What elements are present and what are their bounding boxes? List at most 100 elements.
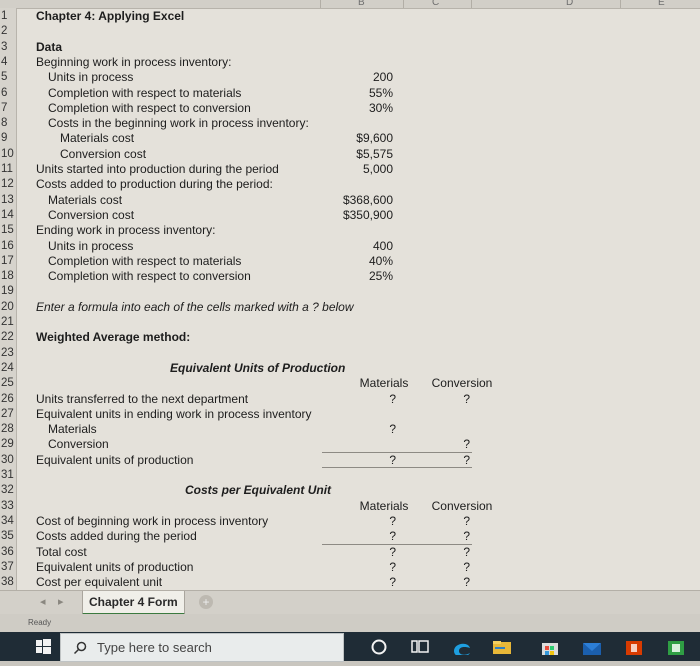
formula-placeholder-materials[interactable]: ? (324, 514, 396, 529)
cell-label[interactable]: Enter a formula into each of the cells m… (36, 300, 354, 315)
cell-label[interactable]: Materials cost (48, 193, 122, 208)
column-header-e[interactable]: E (658, 0, 665, 8)
cell-label[interactable]: Costs added during the period (36, 529, 197, 544)
formula-placeholder-conversion[interactable]: ? (400, 575, 470, 590)
cell-label[interactable]: Conversion (48, 437, 109, 452)
row-number[interactable]: 19 (1, 284, 18, 299)
cell-value[interactable]: 25% (300, 269, 393, 284)
formula-placeholder-materials[interactable]: ? (324, 392, 396, 407)
cell-label[interactable]: Units in process (48, 70, 133, 85)
cell-label[interactable]: Total cost (36, 545, 87, 560)
row-number[interactable]: 31 (1, 468, 18, 483)
row-number[interactable]: 15 (1, 223, 18, 238)
row-number[interactable]: 26 (1, 392, 18, 407)
cell-label[interactable]: Conversion cost (48, 208, 134, 223)
row-number[interactable]: 13 (1, 193, 18, 208)
cell-label[interactable]: Data (36, 40, 62, 55)
cell-label[interactable]: Weighted Average method: (36, 330, 190, 345)
column-header-d[interactable]: D (566, 0, 573, 8)
row-number[interactable]: 35 (1, 529, 18, 544)
cell-label[interactable]: Costs in the beginning work in process i… (48, 116, 309, 131)
cell-label[interactable]: Completion with respect to materials (48, 86, 241, 101)
row-number[interactable]: 24 (1, 361, 18, 376)
cell-label[interactable]: Cost of beginning work in process invent… (36, 514, 268, 529)
row-number[interactable]: 29 (1, 437, 18, 452)
cell-label[interactable]: Completion with respect to conversion (48, 101, 251, 116)
row-number[interactable]: 14 (1, 208, 18, 223)
cell-label[interactable]: Units transferred to the next department (36, 392, 248, 407)
cell-value[interactable]: $5,575 (300, 147, 393, 162)
row-number[interactable]: 23 (1, 346, 18, 361)
row-number[interactable]: 17 (1, 254, 18, 269)
row-number[interactable]: 5 (1, 70, 18, 85)
cell-label[interactable]: Units in process (48, 239, 133, 254)
store-icon[interactable] (538, 638, 562, 655)
row-number[interactable]: 18 (1, 269, 18, 284)
cell-label[interactable]: Units started into production during the… (36, 162, 279, 177)
start-button[interactable] (0, 632, 60, 661)
cell-label[interactable]: Completion with respect to materials (48, 254, 241, 269)
row-number[interactable]: 16 (1, 239, 18, 254)
cell-label[interactable]: Chapter 4: Applying Excel (36, 9, 184, 24)
row-number[interactable]: 27 (1, 407, 18, 422)
cell-value[interactable]: 200 (300, 70, 393, 85)
cell-value[interactable]: 30% (300, 101, 393, 116)
row-number[interactable]: 34 (1, 514, 18, 529)
column-heading-conversion[interactable]: Conversion (402, 376, 522, 391)
cell-label[interactable]: Materials cost (60, 131, 134, 146)
cell-value[interactable]: 40% (300, 254, 393, 269)
cell-value[interactable]: 5,000 (300, 162, 393, 177)
row-number[interactable]: 1 (1, 9, 18, 24)
tab-scroll-left-icon[interactable]: ◂ (40, 595, 46, 608)
cell-label[interactable]: Costs added to production during the per… (36, 177, 273, 192)
formula-placeholder-conversion[interactable]: ? (400, 392, 470, 407)
green-app-icon[interactable] (664, 638, 688, 655)
mail-icon[interactable] (580, 638, 604, 655)
cell-value[interactable]: $350,900 (300, 208, 393, 223)
cell-label[interactable]: Equivalent units of production (36, 560, 193, 575)
cell-label[interactable]: Completion with respect to conversion (48, 269, 251, 284)
taskbar-search-box[interactable]: Type here to search (60, 633, 344, 662)
formula-placeholder-materials[interactable]: ? (324, 545, 396, 560)
office-app-icon[interactable] (622, 638, 646, 655)
spreadsheet-grid[interactable]: B C D E 1 Chapter 4: Applying Excel 2 3 Data… (0, 0, 700, 590)
cell-value[interactable]: 400 (300, 239, 393, 254)
sheet-tab-chapter-4-form[interactable]: Chapter 4 Form (82, 591, 185, 615)
formula-placeholder-materials[interactable]: ? (324, 575, 396, 590)
section-heading[interactable]: Costs per Equivalent Unit (185, 483, 331, 498)
cell-label[interactable]: Conversion cost (60, 147, 146, 162)
file-explorer-icon[interactable] (490, 638, 514, 655)
row-number[interactable]: 25 (1, 376, 18, 391)
row-number[interactable]: 11 (1, 162, 18, 177)
cell-value[interactable]: 55% (300, 86, 393, 101)
row-number[interactable]: 8 (1, 116, 18, 131)
row-number[interactable]: 7 (1, 101, 18, 116)
cell-label[interactable]: Equivalent units in ending work in proce… (36, 407, 311, 422)
tab-scroll-right-icon[interactable]: ▸ (58, 595, 64, 608)
formula-placeholder-materials[interactable]: ? (324, 453, 396, 468)
add-sheet-button[interactable]: + (199, 595, 213, 609)
cell-value[interactable]: $9,600 (300, 131, 393, 146)
cell-label[interactable]: Materials (48, 422, 97, 437)
cell-value[interactable]: $368,600 (300, 193, 393, 208)
formula-placeholder-conversion[interactable]: ? (400, 453, 470, 468)
row-number[interactable]: 12 (1, 177, 18, 192)
cell-label[interactable]: Cost per equivalent unit (36, 575, 162, 590)
row-number[interactable]: 38 (1, 575, 18, 590)
row-number[interactable]: 3 (1, 40, 18, 55)
column-header-c[interactable]: C (432, 0, 439, 8)
formula-placeholder-conversion[interactable]: ? (400, 514, 470, 529)
row-number[interactable]: 37 (1, 560, 18, 575)
row-number[interactable]: 33 (1, 499, 18, 514)
row-number[interactable]: 32 (1, 483, 18, 498)
row-number[interactable]: 10 (1, 147, 18, 162)
row-number[interactable]: 28 (1, 422, 18, 437)
formula-placeholder-materials[interactable]: ? (324, 529, 396, 544)
row-number[interactable]: 21 (1, 315, 18, 330)
task-view-icon[interactable] (410, 638, 430, 655)
formula-placeholder-materials[interactable]: ? (324, 560, 396, 575)
row-number[interactable]: 30 (1, 453, 18, 468)
cell-label[interactable]: Beginning work in process inventory: (36, 55, 231, 70)
formula-placeholder-conversion[interactable]: ? (400, 437, 470, 452)
row-number[interactable]: 6 (1, 86, 18, 101)
